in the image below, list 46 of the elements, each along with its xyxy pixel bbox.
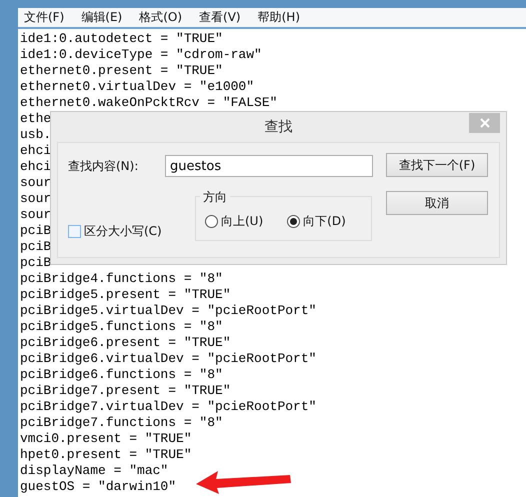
text-line: sour (20, 207, 52, 223)
text-line: pciBridge7.present = "TRUE" (20, 383, 231, 399)
text-line: sour (20, 191, 52, 207)
text-line: pciBridge6.functions = "8" (20, 367, 223, 383)
cancel-button[interactable]: 取消 (386, 191, 488, 215)
find-next-button[interactable]: 查找下一个(F) (386, 153, 488, 177)
text-line: sour (20, 175, 52, 191)
dialog-title: 查找 (264, 118, 292, 136)
text-line: pciBridge7.functions = "8" (20, 415, 223, 431)
text-line: ethernet0.present = "TRUE" (20, 63, 223, 79)
text-line: ethe (20, 111, 52, 127)
match-case-label: 区分大小写(C) (84, 222, 162, 240)
menu-item[interactable]: 文件(F) (24, 9, 64, 26)
menu-item[interactable]: 帮助(H) (258, 9, 300, 26)
text-line: pciB (20, 223, 52, 239)
text-line: pciBridge5.virtualDev = "pcieRootPort" (20, 303, 316, 319)
text-line: displayName = "mac" (20, 463, 168, 479)
text-line: pciBridge5.functions = "8" (20, 319, 223, 335)
text-line: pciB (20, 239, 52, 255)
menu-item[interactable]: 格式(O) (139, 9, 182, 26)
text-line: guestOS = "darwin10" (20, 479, 176, 495)
text-line: pciBridge7.virtualDev = "pcieRootPort" (20, 399, 316, 415)
text-line: pciBridge6.virtualDev = "pcieRootPort" (20, 351, 316, 367)
text-line: ide1:0.autodetect = "TRUE" (20, 31, 223, 47)
close-icon (480, 118, 490, 128)
text-line: pciB (20, 255, 52, 271)
text-line: hpet0.present = "TRUE" (20, 447, 192, 463)
radio-label: 向上(U) (221, 213, 264, 230)
radio-button[interactable] (287, 215, 300, 228)
text-line: vmci0.present = "TRUE" (20, 431, 192, 447)
text-line: ehci (20, 143, 52, 159)
text-line: pciBridge4.functions = "8" (20, 271, 223, 287)
find-label: 查找内容(N): (68, 158, 140, 174)
find-input[interactable]: guestos (165, 155, 373, 177)
text-line: pciBridge6.present = "TRUE" (20, 335, 231, 351)
text-line: ehci (20, 159, 52, 175)
menu-item[interactable]: 查看(V) (199, 9, 241, 26)
text-line: ethernet0.wakeOnPcktRcv = "FALSE" (20, 95, 278, 111)
text-line: usb. (20, 127, 52, 143)
text-line: ide1:0.deviceType = "cdrom-raw" (20, 47, 262, 63)
radio-label: 向下(D) (303, 213, 346, 230)
match-case-checkbox[interactable] (68, 224, 81, 238)
text-line: pciBridge5.present = "TRUE" (20, 287, 231, 303)
radio-button[interactable] (205, 215, 218, 228)
menu-item[interactable]: 编辑(E) (81, 9, 122, 26)
text-line: ethernet0.virtualDev = "e1000" (20, 79, 254, 95)
